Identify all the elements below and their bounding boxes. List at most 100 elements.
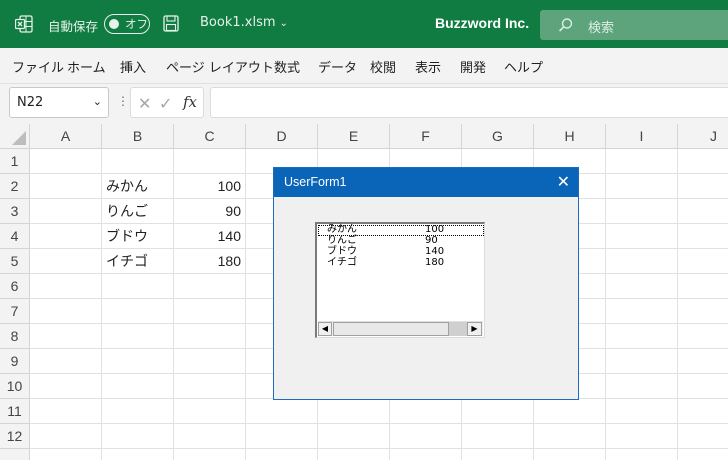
grid-cell[interactable] — [678, 149, 728, 174]
grid-cell[interactable] — [462, 424, 534, 449]
insert-function-icon[interactable]: fx — [183, 93, 197, 111]
save-icon[interactable] — [163, 15, 179, 32]
grid-cell[interactable] — [174, 274, 246, 299]
grid-cell[interactable] — [174, 324, 246, 349]
cell-name[interactable]: ブドウ — [102, 224, 174, 249]
grid-cell[interactable] — [102, 399, 174, 424]
column-header[interactable]: C — [174, 124, 246, 149]
grid-cell[interactable] — [102, 424, 174, 449]
column-header[interactable]: H — [534, 124, 606, 149]
menu-help[interactable]: ヘルプ — [504, 57, 543, 76]
grid-cell[interactable] — [678, 349, 728, 374]
row-header[interactable]: 12 — [0, 424, 30, 449]
menu-developer[interactable]: 開発 — [460, 57, 486, 76]
chevron-down-icon[interactable]: ⌄ — [93, 95, 102, 108]
grid-cell[interactable] — [606, 324, 678, 349]
userform-title-bar[interactable]: UserForm1 ✕ — [274, 168, 578, 197]
grid-cell[interactable] — [30, 324, 102, 349]
grid-cell[interactable] — [678, 249, 728, 274]
cell-value[interactable]: 180 — [174, 249, 246, 274]
grid-cell[interactable] — [102, 299, 174, 324]
cell-value[interactable]: 90 — [174, 199, 246, 224]
file-name-dropdown[interactable]: Book1.xlsm ⌄ — [200, 15, 288, 30]
scroll-right-arrow-icon[interactable]: ▶ — [467, 322, 482, 336]
grid-cell[interactable] — [102, 324, 174, 349]
grid-cell[interactable] — [678, 174, 728, 199]
grid-cell[interactable] — [246, 424, 318, 449]
grid-cell[interactable] — [102, 349, 174, 374]
row-header[interactable]: 5 — [0, 249, 30, 274]
grid-cell[interactable] — [30, 249, 102, 274]
grid-cell[interactable] — [606, 274, 678, 299]
scrollbar-track[interactable] — [449, 322, 467, 336]
grid-cell[interactable] — [102, 149, 174, 174]
grid-cell[interactable] — [606, 449, 678, 460]
scrollbar-thumb[interactable] — [333, 322, 449, 336]
column-header[interactable]: B — [102, 124, 174, 149]
row-header[interactable] — [0, 449, 30, 460]
column-header[interactable]: A — [30, 124, 102, 149]
grid-cell[interactable] — [30, 274, 102, 299]
grid-cell[interactable] — [30, 449, 102, 460]
menu-review[interactable]: 校閲 — [370, 57, 396, 76]
grid-cell[interactable] — [174, 299, 246, 324]
cell-value[interactable]: 140 — [174, 224, 246, 249]
grid-cell[interactable] — [678, 199, 728, 224]
menu-insert[interactable]: 挿入 — [120, 57, 146, 76]
column-header[interactable]: D — [246, 124, 318, 149]
menu-view[interactable]: 表示 — [415, 57, 441, 76]
row-header[interactable]: 2 — [0, 174, 30, 199]
row-header[interactable]: 10 — [0, 374, 30, 399]
grid-cell[interactable] — [534, 424, 606, 449]
grid-cell[interactable] — [390, 424, 462, 449]
grid-cell[interactable] — [678, 299, 728, 324]
row-header[interactable]: 7 — [0, 299, 30, 324]
name-box[interactable]: N22 ⌄ — [9, 87, 109, 118]
grid-cell[interactable] — [678, 399, 728, 424]
row-header[interactable]: 11 — [0, 399, 30, 424]
grid-cell[interactable] — [102, 449, 174, 460]
autosave-toggle[interactable]: オフ — [104, 14, 150, 34]
row-header[interactable]: 9 — [0, 349, 30, 374]
cell-name[interactable]: みかん — [102, 174, 174, 199]
search-box[interactable]: 検索 — [540, 10, 728, 40]
grid-cell[interactable] — [102, 374, 174, 399]
grid-cell[interactable] — [174, 449, 246, 460]
grid-cell[interactable] — [390, 399, 462, 424]
close-icon[interactable]: ✕ — [557, 172, 570, 191]
grid-cell[interactable] — [606, 299, 678, 324]
grid-cell[interactable] — [174, 399, 246, 424]
grid-cell[interactable] — [174, 149, 246, 174]
grid-cell[interactable] — [318, 424, 390, 449]
cell-name[interactable]: イチゴ — [102, 249, 174, 274]
cell-value[interactable]: 100 — [174, 174, 246, 199]
row-header[interactable]: 3 — [0, 199, 30, 224]
column-header[interactable]: J — [678, 124, 728, 149]
grid-cell[interactable] — [606, 399, 678, 424]
cell-name[interactable]: りんご — [102, 199, 174, 224]
select-all-button[interactable] — [0, 124, 30, 149]
grid-cell[interactable] — [246, 399, 318, 424]
menu-file[interactable]: ファイル — [12, 57, 64, 76]
grid-cell[interactable] — [606, 424, 678, 449]
grid-cell[interactable] — [390, 449, 462, 460]
grid-cell[interactable] — [534, 449, 606, 460]
grid-cell[interactable] — [30, 399, 102, 424]
grid-cell[interactable] — [30, 199, 102, 224]
grid-cell[interactable] — [678, 274, 728, 299]
grid-cell[interactable] — [462, 399, 534, 424]
menu-data[interactable]: データ — [318, 57, 357, 76]
grid-cell[interactable] — [318, 399, 390, 424]
formula-input[interactable] — [210, 87, 728, 118]
grid-cell[interactable] — [30, 224, 102, 249]
grid-cell[interactable] — [30, 174, 102, 199]
grid-cell[interactable] — [678, 224, 728, 249]
grid-cell[interactable] — [30, 299, 102, 324]
grid-cell[interactable] — [678, 424, 728, 449]
column-header[interactable]: F — [390, 124, 462, 149]
menu-page-layout[interactable]: ページ レイアウト — [166, 57, 274, 76]
grid-cell[interactable] — [606, 174, 678, 199]
grid-cell[interactable] — [30, 374, 102, 399]
grid-cell[interactable] — [174, 424, 246, 449]
column-header[interactable]: E — [318, 124, 390, 149]
